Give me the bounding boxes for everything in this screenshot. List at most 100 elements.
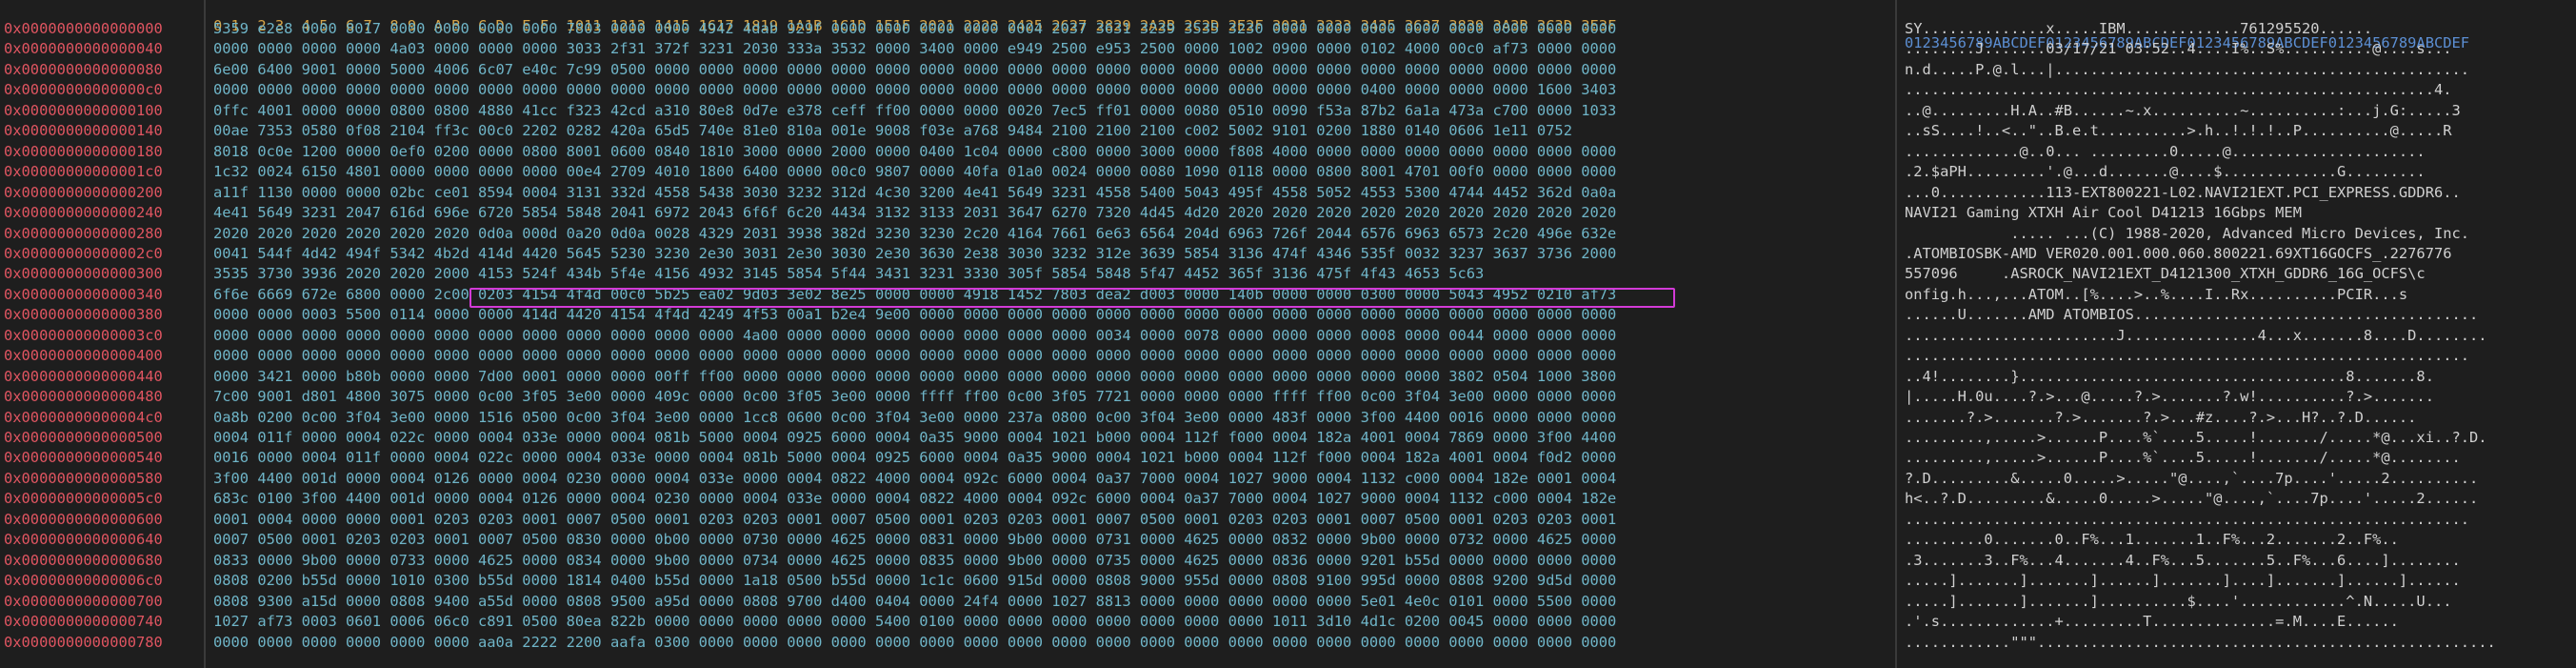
row-ascii[interactable]: ..... ...(C) 1988-2020, Advanced Micro D… — [1905, 223, 2571, 244]
row-hex-bytes[interactable]: 0001 0004 0000 0000 0001 0203 0203 0001 … — [213, 509, 1897, 530]
row-hex-bytes[interactable]: 0000 0000 0000 0000 0000 0000 0000 0000 … — [213, 345, 1897, 366]
hex-row[interactable]: 0x0000000000000580 3f00 4400 001d 0000 00… — [0, 468, 2576, 489]
row-hex-bytes[interactable]: 0a8b 0200 0c00 3f04 3e00 0000 1516 0500 … — [213, 407, 1897, 428]
row-hex-bytes[interactable]: 1c32 0024 6150 4801 0000 0000 0000 0000 … — [213, 161, 1897, 182]
row-hex-bytes[interactable]: 0000 0000 0003 5500 0114 0000 0000 414d … — [213, 304, 1897, 325]
hex-row[interactable]: 0x0000000000000740 1027 af73 0003 0601 00… — [0, 611, 2576, 632]
row-ascii[interactable]: NAVI21 Gaming XTXH Air Cool D41213 16Gbp… — [1905, 202, 2571, 223]
hex-row[interactable]: 0x0000000000000600 0001 0004 0000 0000 00… — [0, 509, 2576, 530]
row-address: 0x0000000000000400 — [4, 347, 163, 365]
hex-row[interactable]: 0x0000000000000240 4e41 5649 3231 2047 61… — [0, 202, 2576, 223]
row-ascii[interactable]: ..sS....!..<.."..B.e.t..........>.h..!.!… — [1905, 120, 2571, 141]
row-hex-bytes[interactable]: 0000 0000 0000 0000 4a03 0000 0000 0000 … — [213, 38, 1897, 59]
hex-row[interactable]: 0x0000000000000200 a11f 1130 0000 0000 02… — [0, 182, 2576, 203]
row-ascii[interactable]: ........................................… — [1905, 79, 2571, 100]
row-hex-bytes[interactable]: 6f6e 6669 672e 6800 0000 2c00 0203 4154 … — [213, 284, 1897, 305]
column-header-row: 0 1 2 3 4 5 6 7 8 9 A B C D E F 1011 121… — [0, 0, 2576, 51]
row-ascii[interactable]: .3.......3..F%...4.......4..F%...5......… — [1905, 550, 2571, 571]
row-ascii[interactable]: ..4!........}...........................… — [1905, 366, 2571, 387]
row-ascii[interactable]: ........................................… — [1905, 509, 2571, 530]
hex-row[interactable]: 0x0000000000000280 2020 2020 2020 2020 20… — [0, 223, 2576, 244]
hex-row[interactable]: 0x0000000000000140 00ae 7353 0580 0f08 21… — [0, 120, 2576, 141]
row-ascii[interactable]: 557096 .ASROCK_NAVI21EXT_D4121300_XTXH_G… — [1905, 263, 2571, 284]
row-ascii[interactable]: ........................J...............… — [1905, 325, 2571, 346]
row-hex-bytes[interactable]: 7c00 9001 d801 4800 3075 0000 0c00 3f05 … — [213, 386, 1897, 407]
row-hex-bytes[interactable]: 8018 0c0e 1200 0000 0ef0 0200 0000 0800 … — [213, 141, 1897, 162]
row-hex-bytes[interactable]: a11f 1130 0000 0000 02bc ce01 8594 0004 … — [213, 182, 1897, 203]
hex-row[interactable]: 0x0000000000000300 3535 3730 3936 2020 20… — [0, 263, 2576, 284]
row-hex-bytes[interactable]: 0007 0500 0001 0203 0203 0001 0007 0500 … — [213, 529, 1897, 550]
hex-row[interactable]: 0x00000000000004c0 0a8b 0200 0c00 3f04 3e… — [0, 407, 2576, 428]
hex-row[interactable]: 0x0000000000000640 0007 0500 0001 0203 02… — [0, 529, 2576, 550]
row-hex-bytes[interactable]: 0000 0000 0000 0000 0000 0000 0000 0000 … — [213, 325, 1897, 346]
row-hex-bytes[interactable]: 2020 2020 2020 2020 2020 2020 0d0a 000d … — [213, 223, 1897, 244]
hex-row[interactable]: 0x0000000000000440 0000 3421 0000 b80b 00… — [0, 366, 2576, 387]
row-hex-bytes[interactable]: 3535 3730 3936 2020 2020 2000 4153 524f … — [213, 263, 1897, 284]
row-ascii[interactable]: SY..............x.....IBM.............76… — [1905, 18, 2571, 39]
row-hex-bytes[interactable]: 683c 0100 3f00 4400 001d 0000 0004 0126 … — [213, 488, 1897, 509]
row-hex-bytes[interactable]: 0833 0000 9b00 0000 0733 0000 4625 0000 … — [213, 550, 1897, 571]
hex-row[interactable]: 0x0000000000000780 0000 0000 0000 0000 00… — [0, 632, 2576, 653]
row-ascii[interactable]: n.d.....P.@.l...|.......................… — [1905, 59, 2571, 80]
hex-row[interactable]: 0x0000000000000380 0000 0000 0003 5500 01… — [0, 304, 2576, 325]
row-ascii[interactable]: ......U.......AMD ATOMBIOS..............… — [1905, 304, 2571, 325]
row-hex-bytes[interactable]: 0000 0000 0000 0000 0000 0000 aa0a 2222 … — [213, 632, 1897, 653]
row-ascii[interactable]: .'.s.............+.........T............… — [1905, 611, 2571, 632]
row-ascii[interactable]: .....].......].......]......].......]...… — [1905, 570, 2571, 591]
row-hex-bytes[interactable]: 0016 0000 0004 011f 0000 0004 022c 0000 … — [213, 447, 1897, 468]
hex-row[interactable]: 0x0000000000000180 8018 0c0e 1200 0000 0e… — [0, 141, 2576, 162]
row-hex-bytes[interactable]: 0000 0000 0000 0000 0000 0000 0000 0000 … — [213, 79, 1897, 100]
hex-row[interactable]: 0x0000000000000480 7c00 9001 d801 4800 30… — [0, 386, 2576, 407]
hex-row[interactable]: 0x0000000000000100 0ffc 4001 0000 0000 08… — [0, 100, 2576, 121]
hex-row[interactable]: 0x0000000000000680 0833 0000 9b00 0000 07… — [0, 550, 2576, 571]
row-hex-bytes[interactable]: 0000 3421 0000 b80b 0000 0000 7d00 0001 … — [213, 366, 1897, 387]
hex-row[interactable]: 0x0000000000000400 0000 0000 0000 0000 00… — [0, 345, 2576, 366]
row-ascii[interactable]: ?.D.........&.....0.....>....."@....,`..… — [1905, 468, 2571, 489]
row-ascii[interactable]: ........J.......03/17/21 03:52..4....I%.… — [1905, 38, 2571, 59]
row-ascii[interactable]: .ATOMBIOSBK-AMD VER020.001.000.060.80022… — [1905, 243, 2571, 264]
row-ascii[interactable]: .........,.....>......P....%`....5.....!… — [1905, 447, 2571, 468]
row-ascii[interactable]: .........0.......0..F%...1.......1..F%..… — [1905, 529, 2571, 550]
row-ascii[interactable]: ........................................… — [1905, 345, 2571, 366]
row-hex-bytes[interactable]: 5359 e2e8 0000 8017 0000 0000 0000 0000 … — [213, 18, 1897, 39]
row-ascii[interactable]: .....].......].......]..........$....'..… — [1905, 591, 2571, 612]
row-hex-bytes[interactable]: 0004 011f 0000 0004 022c 0000 0004 033e … — [213, 427, 1897, 448]
hex-row[interactable]: 0x0000000000000340 6f6e 6669 672e 6800 00… — [0, 284, 2576, 305]
row-hex-bytes[interactable]: 0808 0200 b55d 0000 1010 0300 b55d 0000 … — [213, 570, 1897, 591]
row-hex-bytes[interactable]: 0ffc 4001 0000 0000 0800 0800 4880 41cc … — [213, 100, 1897, 121]
hex-row[interactable]: 0x0000000000000540 0016 0000 0004 011f 00… — [0, 447, 2576, 468]
row-hex-bytes[interactable]: 3f00 4400 001d 0000 0004 0126 0000 0004 … — [213, 468, 1897, 489]
hex-row[interactable]: 0x00000000000006c0 0808 0200 b55d 0000 10… — [0, 570, 2576, 591]
row-ascii[interactable]: ............""".........................… — [1905, 632, 2571, 653]
row-hex-bytes[interactable]: 6e00 6400 9001 0000 5000 4006 6c07 e40c … — [213, 59, 1897, 80]
row-ascii[interactable]: ..@.........H.A..#B......~.x..........~.… — [1905, 100, 2571, 121]
hex-row[interactable]: 0x0000000000000000 5359 e2e8 0000 8017 00… — [0, 18, 2576, 39]
row-ascii[interactable]: .2.$aPH.........'.@...d.......@....$....… — [1905, 161, 2571, 182]
row-address: 0x00000000000004c0 — [4, 408, 163, 426]
row-ascii[interactable]: |.....H.0u....?.>...@.....?.>.......?.w!… — [1905, 386, 2571, 407]
hex-row[interactable]: 0x0000000000000500 0004 011f 0000 0004 02… — [0, 427, 2576, 448]
row-ascii[interactable]: .............@..0... .........0.....@...… — [1905, 141, 2571, 162]
hex-row[interactable]: 0x00000000000002c0 0041 544f 4d42 494f 53… — [0, 243, 2576, 264]
hex-editor-view[interactable]: 0 1 2 3 4 5 6 7 8 9 A B C D E F 1011 121… — [0, 0, 2576, 668]
row-hex-bytes[interactable]: 1027 af73 0003 0601 0006 06c0 c891 0500 … — [213, 611, 1897, 632]
row-hex-bytes[interactable]: 0808 9300 a15d 0000 0808 9400 a55d 0000 … — [213, 591, 1897, 612]
hex-row[interactable]: 0x00000000000000c0 0000 0000 0000 0000 00… — [0, 79, 2576, 100]
row-hex-bytes[interactable]: 4e41 5649 3231 2047 616d 696e 6720 5854 … — [213, 202, 1897, 223]
row-ascii[interactable]: onfig.h...,...ATOM..[%....>..%....I..Rx.… — [1905, 284, 2571, 305]
hex-row[interactable]: 0x0000000000000700 0808 9300 a15d 0000 08… — [0, 591, 2576, 612]
row-address: 0x0000000000000180 — [4, 142, 163, 160]
row-ascii[interactable]: h<..?.D.........&.....0.....>....."@....… — [1905, 488, 2571, 509]
row-address: 0x0000000000000300 — [4, 265, 163, 283]
hex-row[interactable]: 0x0000000000000040 0000 0000 0000 0000 4a… — [0, 38, 2576, 59]
row-hex-bytes[interactable]: 0041 544f 4d42 494f 5342 4b2d 414d 4420 … — [213, 243, 1897, 264]
hex-row[interactable]: 0x0000000000000080 6e00 6400 9001 0000 50… — [0, 59, 2576, 80]
row-ascii[interactable]: ...0............113-EXT800221-L02.NAVI21… — [1905, 182, 2571, 203]
hex-row[interactable]: 0x00000000000005c0 683c 0100 3f00 4400 00… — [0, 488, 2576, 509]
row-ascii[interactable]: .........,.....>......P....%`....5.....!… — [1905, 427, 2571, 448]
row-address: 0x00000000000002c0 — [4, 244, 163, 262]
hex-row[interactable]: 0x00000000000003c0 0000 0000 0000 0000 00… — [0, 325, 2576, 346]
row-ascii[interactable]: .......?.>.......?.>.......?.>...#z....?… — [1905, 407, 2571, 428]
hex-row[interactable]: 0x00000000000001c0 1c32 0024 6150 4801 00… — [0, 161, 2576, 182]
row-hex-bytes[interactable]: 00ae 7353 0580 0f08 2104 ff3c 00c0 2202 … — [213, 120, 1897, 141]
